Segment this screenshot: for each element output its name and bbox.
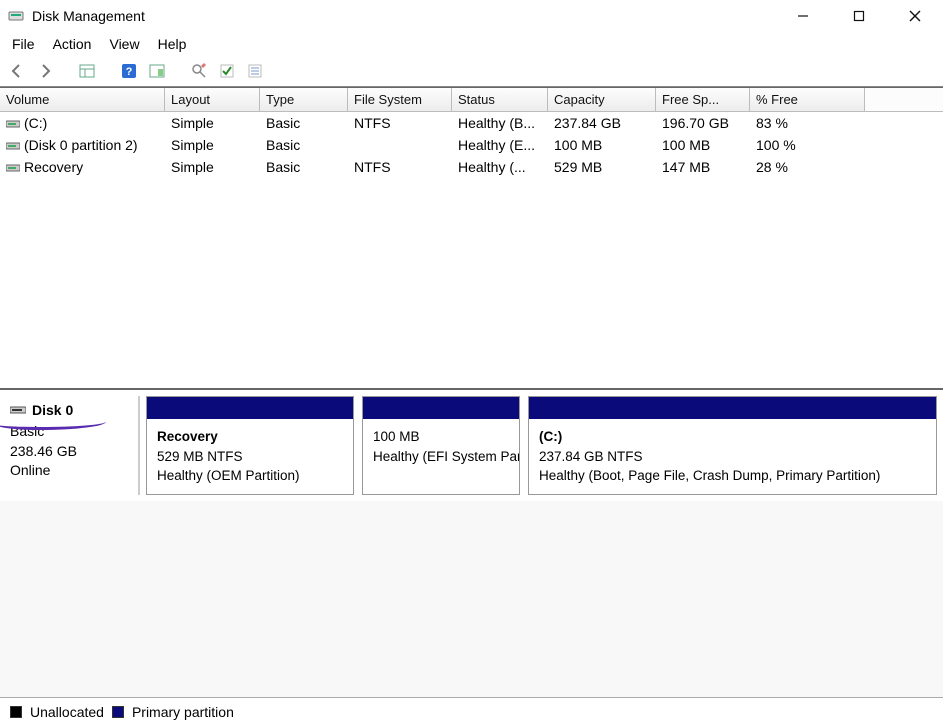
col-filesystem[interactable]: File System bbox=[348, 88, 452, 111]
cell-type: Basic bbox=[260, 113, 348, 133]
partition-size: 529 MB NTFS bbox=[157, 447, 343, 467]
toolbar-separator bbox=[174, 60, 182, 82]
app-icon bbox=[8, 8, 24, 24]
close-button[interactable] bbox=[901, 2, 929, 30]
graphical-view: Disk 0 Basic 238.46 GB Online Recovery 5… bbox=[0, 388, 943, 501]
cell-cap: 237.84 GB bbox=[548, 113, 656, 133]
legend-swatch-primary bbox=[112, 706, 124, 718]
partition-name: (C:) bbox=[539, 427, 926, 447]
disk-size: 238.46 GB bbox=[10, 442, 128, 462]
cell-layout: Simple bbox=[165, 157, 260, 177]
cell-volume: Recovery bbox=[24, 159, 83, 175]
menu-view[interactable]: View bbox=[109, 36, 139, 52]
partition-status: Healthy (EFI System Partition) bbox=[373, 447, 509, 467]
cell-status: Healthy (E... bbox=[452, 135, 548, 155]
title-bar: Disk Management bbox=[0, 0, 943, 32]
table-row[interactable]: (Disk 0 partition 2) Simple Basic Health… bbox=[0, 134, 943, 156]
show-hide-panes-icon[interactable] bbox=[76, 60, 98, 82]
volume-empty-space bbox=[0, 178, 943, 388]
table-row[interactable]: Recovery Simple Basic NTFS Healthy (... … bbox=[0, 156, 943, 178]
cell-fs: NTFS bbox=[348, 157, 452, 177]
partition-block[interactable]: 100 MB Healthy (EFI System Partition) bbox=[362, 396, 520, 495]
settings-panes-icon[interactable] bbox=[146, 60, 168, 82]
disk-type: Basic bbox=[10, 422, 128, 442]
window-buttons bbox=[789, 2, 935, 30]
window-title: Disk Management bbox=[32, 8, 145, 24]
table-row[interactable]: (C:) Simple Basic NTFS Healthy (B... 237… bbox=[0, 112, 943, 134]
volume-icon bbox=[6, 119, 20, 129]
cell-pct: 83 % bbox=[750, 113, 865, 133]
cell-layout: Simple bbox=[165, 113, 260, 133]
col-capacity[interactable]: Capacity bbox=[548, 88, 656, 111]
partition-status: Healthy (Boot, Page File, Crash Dump, Pr… bbox=[539, 466, 926, 486]
volume-rows: (C:) Simple Basic NTFS Healthy (B... 237… bbox=[0, 112, 943, 178]
cell-volume: (Disk 0 partition 2) bbox=[24, 137, 138, 153]
menu-action[interactable]: Action bbox=[53, 36, 92, 52]
partition-block[interactable]: Recovery 529 MB NTFS Healthy (OEM Partit… bbox=[146, 396, 354, 495]
properties-list-icon[interactable] bbox=[244, 60, 266, 82]
cell-status: Healthy (... bbox=[452, 157, 548, 177]
cell-free: 196.70 GB bbox=[656, 113, 750, 133]
menu-bar: File Action View Help bbox=[0, 32, 943, 58]
svg-text:?: ? bbox=[126, 66, 133, 78]
partition-status: Healthy (OEM Partition) bbox=[157, 466, 343, 486]
help-icon[interactable]: ? bbox=[118, 60, 140, 82]
cell-fs: NTFS bbox=[348, 113, 452, 133]
cell-type: Basic bbox=[260, 157, 348, 177]
minimize-button[interactable] bbox=[789, 2, 817, 30]
partition-header-bar bbox=[529, 397, 936, 419]
volume-icon bbox=[6, 163, 20, 173]
disk-block: Disk 0 Basic 238.46 GB Online Recovery 5… bbox=[0, 390, 943, 501]
disk-icon bbox=[10, 402, 26, 418]
graphical-empty-space bbox=[0, 501, 943, 697]
find-icon[interactable] bbox=[188, 60, 210, 82]
legend: Unallocated Primary partition bbox=[0, 697, 943, 728]
partition-name: Recovery bbox=[157, 427, 343, 447]
forward-button[interactable] bbox=[34, 60, 56, 82]
cell-status: Healthy (B... bbox=[452, 113, 548, 133]
partitions: Recovery 529 MB NTFS Healthy (OEM Partit… bbox=[146, 396, 937, 495]
cell-layout: Simple bbox=[165, 135, 260, 155]
menu-file[interactable]: File bbox=[12, 36, 35, 52]
cell-fs bbox=[348, 135, 452, 155]
maximize-button[interactable] bbox=[845, 2, 873, 30]
col-type[interactable]: Type bbox=[260, 88, 348, 111]
volume-table-header: Volume Layout Type File System Status Ca… bbox=[0, 88, 943, 112]
cell-cap: 529 MB bbox=[548, 157, 656, 177]
cell-free: 147 MB bbox=[656, 157, 750, 177]
volume-icon bbox=[6, 141, 20, 151]
toolbar-separator bbox=[104, 60, 112, 82]
col-layout[interactable]: Layout bbox=[165, 88, 260, 111]
disk-name-text: Disk 0 bbox=[32, 402, 73, 418]
cell-pct: 28 % bbox=[750, 157, 865, 177]
partition-size: 237.84 GB NTFS bbox=[539, 447, 926, 467]
toolbar-separator bbox=[62, 60, 70, 82]
col-free[interactable]: Free Sp... bbox=[656, 88, 750, 111]
partition-header-bar bbox=[147, 397, 353, 419]
col-volume[interactable]: Volume bbox=[0, 88, 165, 111]
col-status[interactable]: Status bbox=[452, 88, 548, 111]
partition-size: 100 MB bbox=[373, 427, 509, 447]
cell-cap: 100 MB bbox=[548, 135, 656, 155]
col-pctfree[interactable]: % Free bbox=[750, 88, 865, 111]
partition-header-bar bbox=[363, 397, 519, 419]
legend-label-unallocated: Unallocated bbox=[30, 704, 104, 720]
disk-state: Online bbox=[10, 461, 128, 481]
toolbar: ? bbox=[0, 58, 943, 87]
partition-block[interactable]: (C:) 237.84 GB NTFS Healthy (Boot, Page … bbox=[528, 396, 937, 495]
volume-table: Volume Layout Type File System Status Ca… bbox=[0, 87, 943, 178]
back-button[interactable] bbox=[6, 60, 28, 82]
disk-label[interactable]: Disk 0 Basic 238.46 GB Online bbox=[0, 396, 140, 495]
cell-free: 100 MB bbox=[656, 135, 750, 155]
legend-label-primary: Primary partition bbox=[132, 704, 234, 720]
cell-type: Basic bbox=[260, 135, 348, 155]
cell-pct: 100 % bbox=[750, 135, 865, 155]
menu-help[interactable]: Help bbox=[158, 36, 187, 52]
action-checklist-icon[interactable] bbox=[216, 60, 238, 82]
legend-swatch-unallocated bbox=[10, 706, 22, 718]
cell-volume: (C:) bbox=[24, 115, 47, 131]
